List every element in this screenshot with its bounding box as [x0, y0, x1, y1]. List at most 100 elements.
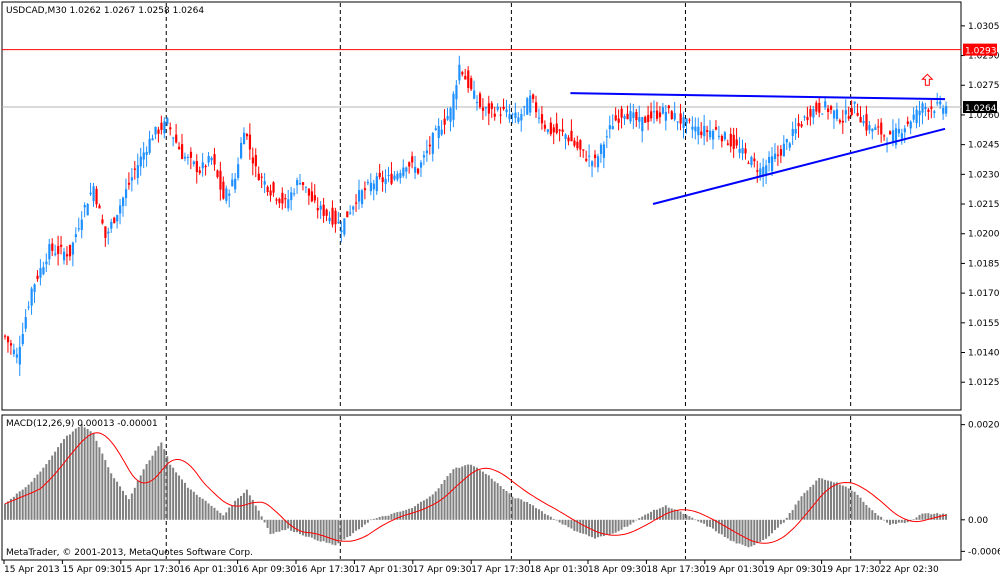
- candle-body: [467, 70, 470, 88]
- macd-bar: [331, 519, 334, 545]
- candle-body: [493, 113, 496, 117]
- candle-body: [850, 108, 853, 116]
- candle-body: [626, 113, 629, 120]
- candle-body: [399, 172, 402, 178]
- candle-body: [906, 121, 909, 124]
- time-tick-label: 17 Apr 01:30: [354, 565, 413, 575]
- candle-body: [800, 124, 803, 127]
- candle-body: [526, 98, 529, 115]
- candle-body: [552, 127, 555, 133]
- macd-bar: [508, 493, 511, 520]
- candle-body: [573, 140, 576, 146]
- candle-body: [284, 198, 287, 200]
- macd-bar: [558, 519, 561, 523]
- candle-body: [290, 192, 293, 201]
- candle-body: [750, 156, 753, 166]
- candle-body: [71, 242, 75, 255]
- candle-body: [650, 111, 653, 119]
- candle-body: [567, 137, 570, 142]
- macd-bar: [573, 519, 576, 531]
- candle-body: [461, 72, 464, 75]
- candle-body: [384, 178, 387, 184]
- price-panel: [1, 1, 962, 411]
- macd-bar: [794, 504, 797, 520]
- macd-bar: [15, 493, 18, 520]
- macd-bar: [596, 519, 599, 538]
- macd-bar: [626, 519, 629, 527]
- candle-body: [4, 335, 7, 337]
- macd-bar: [130, 493, 133, 520]
- macd-bar: [841, 485, 844, 520]
- macd-bar: [358, 519, 360, 530]
- macd-bar: [614, 519, 617, 533]
- macd-bar: [113, 478, 116, 520]
- macd-bar: [4, 503, 6, 520]
- candle-body: [744, 148, 747, 154]
- macd-bar: [219, 512, 222, 520]
- macd-bar: [824, 479, 827, 520]
- candle-body: [216, 170, 219, 177]
- macd-bar: [231, 505, 234, 520]
- macd-bar: [791, 510, 794, 520]
- macd-bar: [293, 519, 296, 533]
- macd-bar: [319, 519, 322, 542]
- candle-body: [405, 167, 408, 172]
- macd-bar: [844, 486, 847, 520]
- candle-body: [812, 109, 815, 118]
- candle-body: [703, 125, 706, 137]
- candle-body: [576, 141, 579, 149]
- candle-body: [712, 130, 715, 140]
- candle-body: [844, 110, 847, 115]
- candle-body: [455, 85, 458, 100]
- macd-bar: [484, 473, 487, 520]
- macd-bar: [540, 511, 543, 520]
- macd-bar: [773, 519, 776, 531]
- candle-body: [65, 254, 69, 257]
- candle-body: [307, 188, 311, 196]
- candle-body: [178, 146, 181, 150]
- candle-body: [42, 267, 45, 275]
- candle-body: [328, 217, 331, 222]
- macd-bar: [369, 519, 372, 521]
- candle-body: [269, 190, 272, 196]
- macd-bar: [304, 519, 307, 537]
- candle-body: [192, 161, 195, 165]
- macd-bar: [301, 519, 304, 536]
- candle-body: [272, 182, 275, 193]
- macd-bar: [242, 492, 245, 520]
- candle-body: [481, 107, 485, 111]
- candle-body: [266, 186, 269, 192]
- macd-bar: [372, 518, 375, 520]
- candle-body: [806, 116, 809, 121]
- macd-bar: [709, 519, 712, 528]
- price-tick-label: 1.0170: [968, 289, 1000, 299]
- candle-body: [104, 226, 107, 238]
- macd-bar: [207, 503, 210, 520]
- macd-bar: [124, 495, 127, 520]
- macd-bar: [549, 516, 552, 520]
- macd-bar: [192, 491, 195, 520]
- macd-bar: [455, 467, 458, 520]
- candle-body: [163, 121, 166, 134]
- macd-bar: [537, 509, 540, 520]
- candle-body: [478, 93, 482, 107]
- candle-body: [889, 131, 892, 135]
- macd-bar: [853, 491, 856, 520]
- macd-bar: [307, 519, 310, 537]
- macd-bar: [670, 508, 673, 520]
- macd-bar: [650, 511, 653, 520]
- candle-body: [175, 134, 178, 143]
- macd-bar: [546, 515, 549, 520]
- candle-body: [508, 114, 511, 120]
- candle-body: [9, 343, 13, 346]
- macd-bar: [352, 519, 355, 534]
- macd-bar: [894, 519, 897, 525]
- macd-bar: [886, 519, 889, 523]
- macd-bar: [228, 507, 231, 520]
- macd-bar: [322, 519, 325, 542]
- candle-body: [535, 102, 538, 113]
- macd-bar: [328, 519, 331, 544]
- macd-bar: [399, 511, 402, 520]
- candle-body: [511, 113, 514, 115]
- macd-bar: [71, 431, 74, 520]
